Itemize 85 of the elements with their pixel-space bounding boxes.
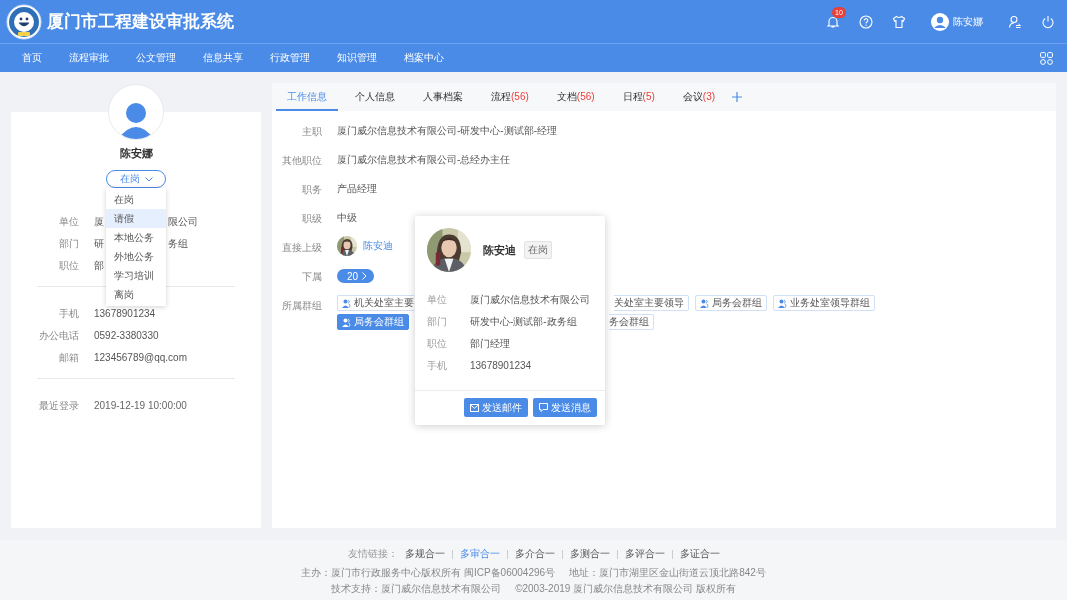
field-value: 0592-3380330 bbox=[94, 330, 160, 342]
tab[interactable]: 会议(3) bbox=[671, 83, 727, 111]
footer-link[interactable]: 多评合一 bbox=[624, 547, 665, 561]
tab[interactable]: 文档(56) bbox=[545, 83, 606, 111]
menu-item[interactable]: 本地公务 bbox=[106, 228, 166, 247]
status-dropdown[interactable]: 在岗 bbox=[106, 170, 166, 188]
group-tag[interactable]: 关处室主要领导 bbox=[614, 295, 689, 311]
person-link[interactable]: 陈安迪 bbox=[363, 240, 393, 252]
field-label: 最近登录 bbox=[38, 400, 79, 412]
field-label: 单位 bbox=[58, 216, 79, 228]
field-value: 中级 bbox=[337, 212, 357, 224]
field-label: 手机 bbox=[427, 360, 448, 372]
tab[interactable]: 日程(5) bbox=[611, 83, 666, 111]
field-value: 123456789@qq.com bbox=[94, 352, 188, 364]
footer-text: 技术支持：厦门威尔信息技术有限公司 bbox=[331, 582, 502, 596]
field-value: 2019-12-19 10:00:00 bbox=[94, 400, 188, 412]
power-icon[interactable] bbox=[1041, 14, 1055, 29]
footer-text: 地址：厦门市湖里区金山街道云顶北路842号 bbox=[569, 566, 766, 580]
field-label: 所属群组 bbox=[281, 299, 322, 313]
field-value: 产品经理 bbox=[337, 183, 377, 195]
add-icon[interactable] bbox=[732, 92, 743, 102]
field-value: 厦门威尔信息技术有限公司 bbox=[470, 294, 591, 306]
field-value: 部 bbox=[94, 260, 104, 272]
footer-link[interactable]: 多介合一 bbox=[514, 547, 555, 561]
group-icon bbox=[778, 298, 787, 308]
group-icon bbox=[342, 298, 351, 308]
profile-name: 陈安娜 bbox=[118, 146, 154, 161]
group-tag[interactable]: 业务处室领导群组 bbox=[773, 295, 875, 311]
tab[interactable]: 人事档案 bbox=[412, 83, 474, 111]
field-label: 邮箱 bbox=[58, 352, 79, 364]
group-tag[interactable]: 局务会群组 bbox=[695, 295, 767, 311]
footer-text: ©2003-2019 厦门威尔信息技术有限公司 版权所有 bbox=[515, 582, 736, 596]
bell-icon[interactable] bbox=[826, 14, 840, 29]
chevron-icon bbox=[362, 272, 368, 280]
field-label: 部门 bbox=[58, 238, 79, 250]
person-name: 陈安迪 bbox=[483, 242, 516, 258]
field-label: 主职 bbox=[301, 125, 322, 139]
menu-item[interactable]: 学习培训 bbox=[106, 266, 166, 285]
shirt-icon[interactable] bbox=[892, 14, 906, 29]
avatar-icon[interactable] bbox=[931, 12, 949, 31]
field-label: 职位 bbox=[427, 338, 448, 350]
help-icon[interactable] bbox=[859, 14, 873, 29]
field-label: 办公电话 bbox=[38, 330, 79, 342]
group-icon bbox=[700, 298, 709, 308]
group-tag[interactable]: 务会群组 bbox=[609, 314, 654, 330]
field-value: 研发中心-测试部-政务组 bbox=[470, 316, 578, 328]
status-tag: 在岗 bbox=[524, 241, 552, 259]
tab[interactable]: 流程(56) bbox=[480, 83, 540, 111]
field-label: 下属 bbox=[301, 270, 322, 284]
field-value: 研 bbox=[94, 238, 104, 250]
field-label: 手机 bbox=[58, 308, 79, 320]
field-value: 限公司 bbox=[168, 216, 198, 228]
logo-icon bbox=[6, 3, 42, 40]
mail-icon bbox=[470, 403, 479, 412]
field-value: 厦门威尔信息技术有限公司-总经办主任 bbox=[337, 154, 511, 166]
message-icon bbox=[539, 403, 548, 412]
user-switch-icon[interactable] bbox=[1008, 14, 1022, 29]
field-label: 职级 bbox=[301, 212, 322, 226]
footer-link[interactable]: 多规合一 bbox=[404, 547, 445, 561]
field-label: 直接上级 bbox=[281, 241, 322, 255]
links-label: 友情链接： bbox=[347, 547, 398, 561]
field-label: 部门 bbox=[427, 316, 448, 328]
caret-icon bbox=[144, 176, 153, 182]
apps-grid-icon[interactable] bbox=[1040, 51, 1053, 65]
menu-item[interactable]: 在岗 bbox=[106, 190, 166, 209]
field-value: 务组 bbox=[168, 238, 188, 250]
field-label: 其他职位 bbox=[281, 154, 322, 168]
tab[interactable]: 个人信息 bbox=[344, 83, 406, 111]
app-title: 厦门市工程建设审批系统 bbox=[47, 11, 234, 33]
field-label: 职位 bbox=[58, 260, 79, 272]
field-value: 厦门威尔信息技术有限公司-研发中心-测试部-经理 bbox=[337, 125, 557, 137]
field-value: 13678901234 bbox=[470, 360, 533, 372]
field-value: 厦 bbox=[94, 216, 104, 228]
menu-item[interactable]: 离岗 bbox=[106, 285, 166, 304]
group-icon bbox=[342, 317, 351, 327]
menu-item[interactable]: 外地公务 bbox=[106, 247, 166, 266]
field-value: 13678901234 bbox=[94, 308, 157, 320]
group-tag[interactable]: 机关处室主要 bbox=[337, 295, 414, 311]
footer-link[interactable]: 多证合一 bbox=[679, 547, 720, 561]
field-value: 部门经理 bbox=[470, 338, 511, 350]
footer-link[interactable]: 多测合一 bbox=[569, 547, 610, 561]
menu-item[interactable]: 请假 bbox=[106, 209, 166, 228]
footer-text: 主办：厦门市行政服务中心版权所有 闽ICP备06004296号 bbox=[301, 566, 556, 580]
field-label: 职务 bbox=[301, 183, 322, 197]
field-label: 单位 bbox=[427, 294, 448, 306]
